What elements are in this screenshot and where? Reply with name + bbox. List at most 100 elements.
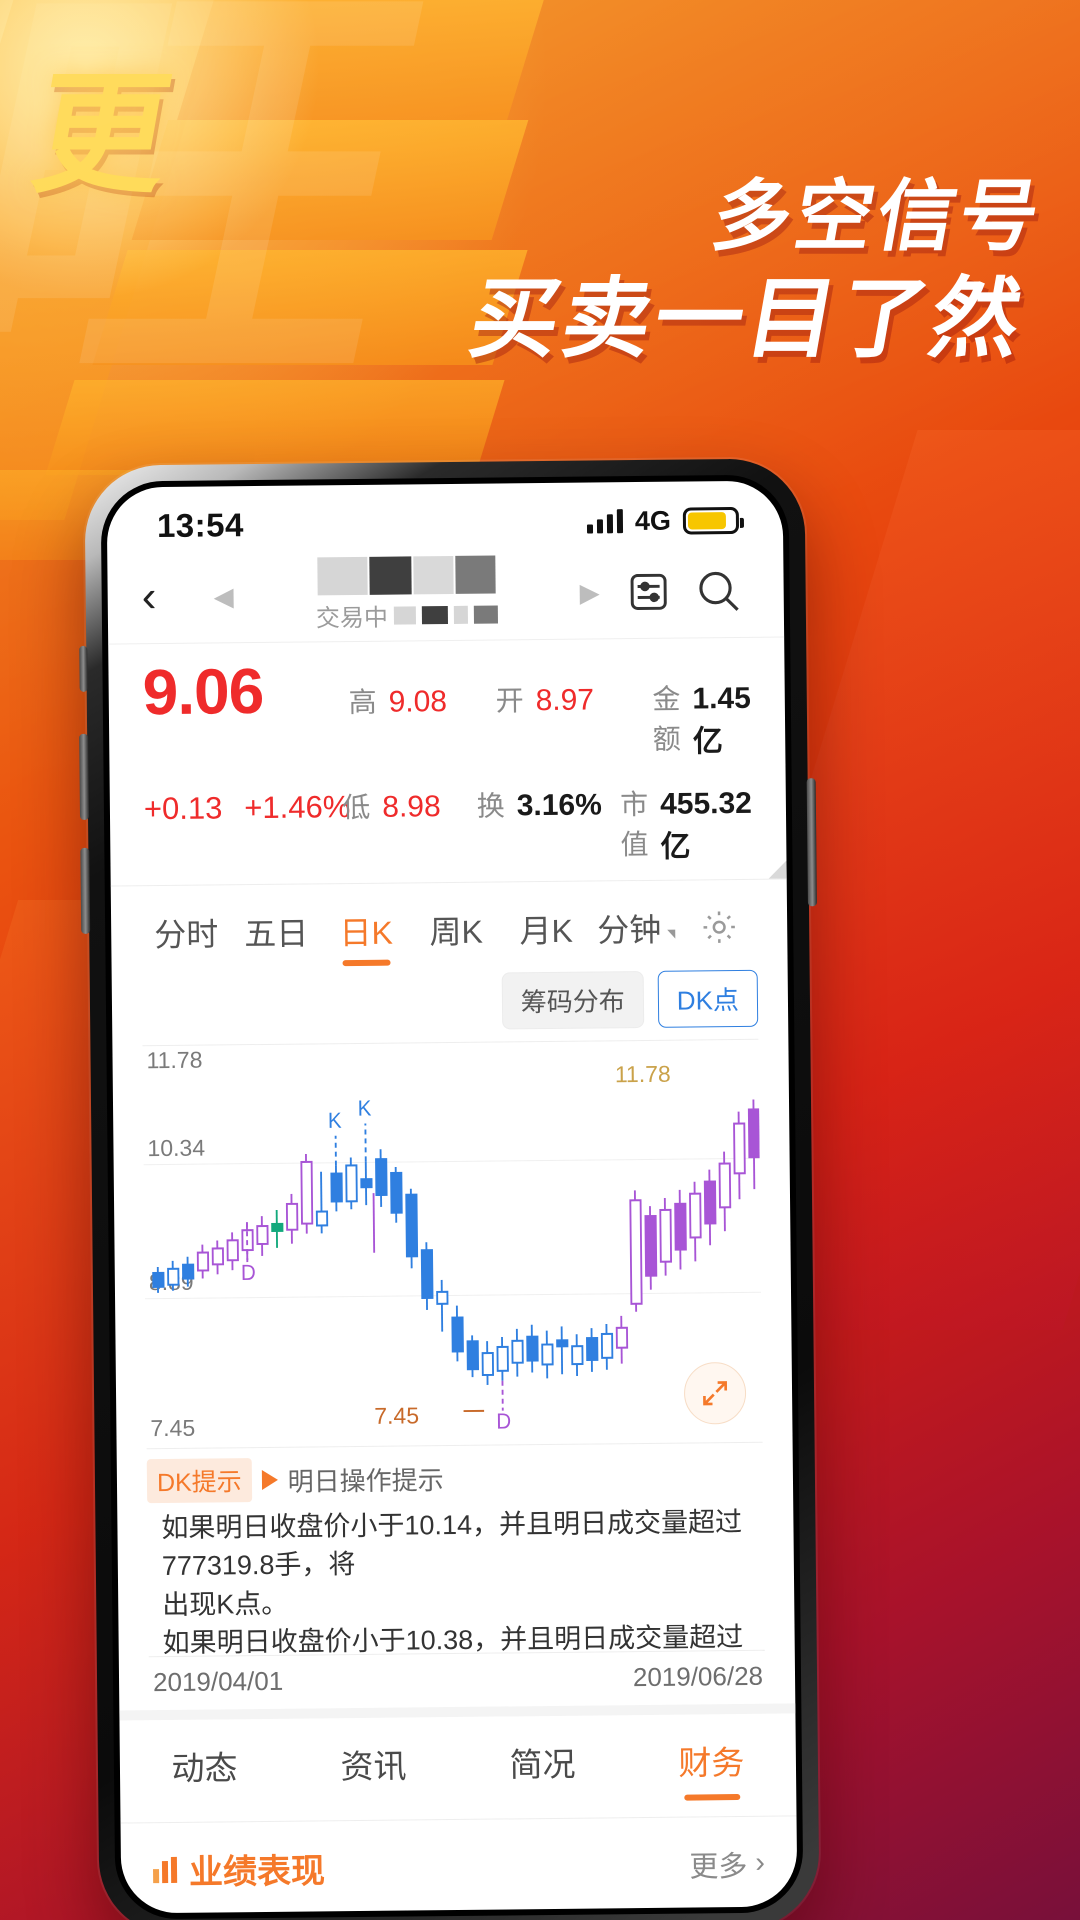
svg-text:K: K	[328, 1109, 342, 1133]
high-value: 9.08	[388, 685, 448, 719]
chevron-down-icon	[667, 929, 676, 939]
signal-bars-icon	[586, 509, 624, 534]
promo-line-2: 买卖一目了然	[462, 267, 1033, 371]
turnover-value: 3.16%	[516, 788, 602, 823]
tab-label: 周K	[429, 913, 484, 951]
open-label: 开	[495, 685, 524, 717]
svg-text:D: D	[496, 1410, 511, 1434]
price-change-pct: +1.46%	[244, 789, 351, 826]
power-button[interactable]	[806, 778, 817, 907]
chevron-left-icon[interactable]: ‹	[141, 572, 195, 621]
battery-icon	[682, 506, 740, 535]
phone-screen: 13:54 4G ‹ ◀ 交易中 ▶ 9.06 高 9.08 开 8.97 金额…	[106, 480, 798, 1914]
deco-slash	[177, 0, 553, 120]
promo-bg-character: 旺	[0, 0, 444, 442]
tab-zhouk[interactable]: 周K	[411, 906, 502, 969]
expand-quote-corner[interactable]	[768, 860, 787, 879]
dk-tip-body: 如果明日收盘价小于10.14，并且明日成交量超过777319.8手，将 出现K点…	[147, 1502, 765, 1658]
chip-dk[interactable]: DK点	[657, 969, 759, 1028]
chevron-right-icon: ›	[755, 1846, 766, 1879]
network-type-label: 4G	[634, 505, 672, 536]
candlestick-chart[interactable]: 11.78 10.34 8.89 7.45	[142, 1038, 763, 1450]
tab-dongtai[interactable]: 动态	[120, 1741, 289, 1791]
tab-label: 月K	[519, 912, 574, 950]
tab-rik[interactable]: 日K	[321, 907, 412, 970]
amount-label: 金额	[652, 683, 681, 755]
stock-title-block[interactable]: 交易中	[251, 555, 562, 634]
tab-zixun[interactable]: 资讯	[289, 1739, 458, 1789]
last-price: 9.06	[142, 654, 264, 729]
dk-tip-header: DK提示 明日操作提示	[146, 1453, 763, 1504]
dk-tip-panel[interactable]: DK提示 明日操作提示 如果明日收盘价小于10.14，并且明日成交量超过7773…	[146, 1443, 765, 1658]
dk-tip-tag: DK提示	[146, 1458, 252, 1504]
dk-tip-line: 出现K点。	[162, 1588, 289, 1620]
low-value: 8.98	[382, 790, 441, 824]
tab-fenshi[interactable]: 分时	[141, 909, 232, 972]
deco-slash	[0, 0, 236, 520]
triangle-left-icon[interactable]: ◀	[204, 581, 244, 612]
section-more-link[interactable]: 更多 ›	[689, 1842, 765, 1885]
bar-chart-icon	[153, 1856, 178, 1883]
phone-mockup: 13:54 4G ‹ ◀ 交易中 ▶ 9.06 高 9.08 开 8.97 金额…	[79, 458, 820, 1920]
section-title-group: 业绩表现	[153, 1843, 326, 1894]
expand-icon[interactable]	[683, 1361, 747, 1425]
mcap-value: 455.32亿	[659, 786, 753, 864]
status-indicators: 4G	[586, 504, 740, 537]
gear-icon[interactable]	[681, 907, 758, 964]
dk-tip-line: 如果明日收盘价小于10.14，并且明日成交量超过777319.8手，将	[161, 1506, 743, 1582]
chart-end-date: 2019/06/28	[632, 1660, 764, 1693]
stock-status-row: 交易中	[316, 596, 498, 633]
market-status-label: 交易中	[315, 604, 389, 633]
mcap-label: 市值	[619, 788, 649, 861]
promo-headline: 更	[22, 58, 182, 212]
phone-bezel: 13:54 4G ‹ ◀ 交易中 ▶ 9.06 高 9.08 开 8.97 金额…	[100, 474, 804, 1920]
candlestick-svg: K K D D	[152, 1097, 761, 1434]
chip-chouma[interactable]: 筹码分布	[501, 970, 645, 1030]
chart-overlay-chips: 筹码分布 DK点	[112, 965, 789, 1045]
tab-wuri[interactable]: 五日	[231, 908, 322, 971]
play-icon[interactable]	[261, 1469, 278, 1491]
chart-period-tabs: 分时 五日 日K 周K 月K 分钟	[110, 878, 788, 973]
tab-label: 五日	[244, 915, 309, 953]
app-header: ‹ ◀ 交易中 ▶	[107, 544, 784, 643]
promo-subtitle-group: 多空信号 买卖一目了然	[462, 170, 1050, 373]
low-label: 低	[342, 791, 371, 824]
deco-slash	[45, 380, 505, 475]
search-icon[interactable]	[687, 560, 750, 623]
tab-yuek[interactable]: 月K	[501, 906, 592, 969]
quote-row-1: 9.06 高 9.08 开 8.97 金额 1.45亿	[142, 654, 751, 766]
volume-down-button[interactable]	[80, 847, 91, 934]
deco-slash	[131, 120, 529, 240]
sliders-icon[interactable]	[617, 561, 680, 624]
tab-jiankuang[interactable]: 简况	[458, 1737, 627, 1787]
tab-fenzhong[interactable]: 分钟	[591, 905, 682, 968]
open-value: 8.97	[535, 683, 595, 718]
chart-high-annotation: 11.78	[614, 1060, 671, 1088]
tab-label: 分时	[154, 916, 219, 954]
dk-tip-subtitle: 明日操作提示	[287, 1464, 444, 1497]
deco-glow	[0, 0, 380, 300]
turnover-cell: 换 3.16%	[476, 783, 620, 824]
performance-section-header: 业绩表现 更多 ›	[120, 1815, 798, 1895]
chart-date-range: 2019/04/01 2019/06/28	[119, 1650, 796, 1710]
quote-panel: 9.06 高 9.08 开 8.97 金额 1.45亿 +0.13 +1.46%…	[108, 636, 787, 886]
status-time: 13:54	[156, 506, 245, 545]
stock-name-redacted	[317, 555, 496, 596]
svg-text:K: K	[358, 1097, 372, 1121]
section-title: 业绩表现	[188, 1852, 326, 1892]
high-cell: 高 9.08	[348, 680, 495, 722]
tab-caiwu[interactable]: 财务	[627, 1735, 796, 1785]
content-tabs: 动态 资讯 简况 财务	[119, 1703, 797, 1809]
promo-line-1: 多空信号	[705, 172, 1050, 262]
open-cell: 开 8.97	[495, 678, 652, 720]
volume-up-button[interactable]	[79, 733, 90, 820]
amount-cell: 金额 1.45亿	[652, 677, 751, 761]
low-cell: 低 8.98	[342, 785, 477, 826]
svg-text:D: D	[241, 1261, 256, 1285]
chart-low-annotation: 7.45	[374, 1402, 420, 1429]
more-label: 更多	[689, 1850, 748, 1884]
mute-switch[interactable]	[79, 645, 88, 692]
triangle-right-icon[interactable]: ▶	[570, 577, 610, 608]
price-change: +0.13	[143, 790, 223, 827]
turnover-label: 换	[476, 790, 505, 822]
